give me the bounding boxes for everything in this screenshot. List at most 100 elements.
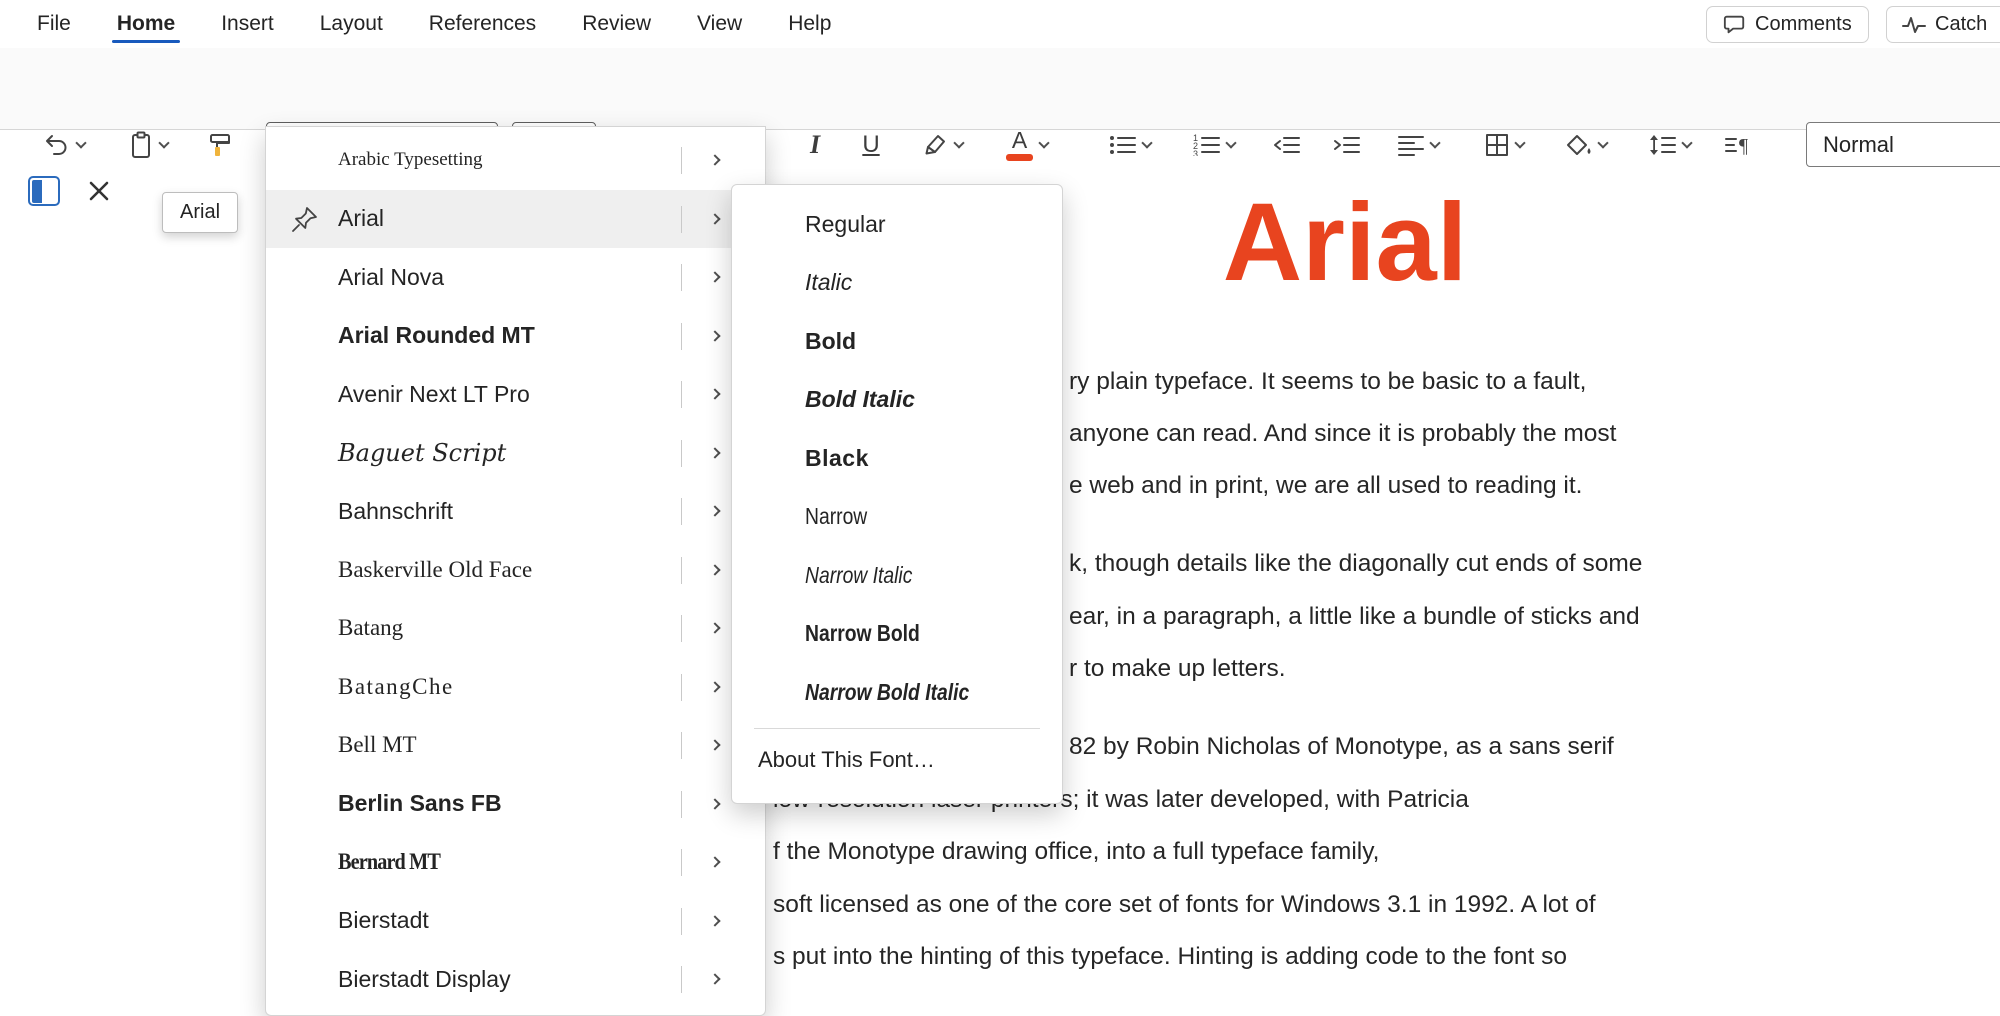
chevron-right-icon xyxy=(709,857,720,868)
font-option-label: Berlin Sans FB xyxy=(338,790,502,817)
chevron-down-icon xyxy=(953,137,964,148)
line-spacing-button[interactable] xyxy=(1634,121,1706,169)
font-option-bierstadt[interactable]: Bierstadt xyxy=(266,892,765,951)
chevron-down-icon xyxy=(1597,137,1608,148)
format-painter-icon xyxy=(207,132,233,158)
font-styles-expander[interactable] xyxy=(700,321,730,351)
font-option-baskerville-old-face[interactable]: Baskerville Old Face xyxy=(266,541,765,600)
font-option-arabic-typesetting[interactable]: Arabic Typesetting xyxy=(266,131,765,190)
font-styles-expander[interactable] xyxy=(700,964,730,994)
alignment-button[interactable] xyxy=(1382,121,1454,169)
font-styles-expander[interactable] xyxy=(700,555,730,585)
numbered-list-button[interactable]: 1 2 3 xyxy=(1178,121,1250,169)
font-style-italic[interactable]: Italic xyxy=(732,254,1062,313)
font-option-arial[interactable]: Arial xyxy=(266,190,765,249)
document-text-line: ear, in a paragraph, a little like a bun… xyxy=(1069,603,1640,631)
underline-button[interactable]: U xyxy=(848,121,894,169)
undo-button[interactable] xyxy=(28,121,100,169)
line-spacing-icon xyxy=(1649,134,1676,156)
font-styles-expander[interactable] xyxy=(700,906,730,936)
menu-layout[interactable]: Layout xyxy=(297,0,406,48)
chevron-right-icon xyxy=(709,915,720,926)
font-option-label: Arial Rounded MT xyxy=(338,322,535,349)
menu-insert[interactable]: Insert xyxy=(198,0,297,48)
font-styles-expander[interactable] xyxy=(700,730,730,760)
font-option-label: Baskerville Old Face xyxy=(338,557,532,583)
ribbon-toolbar: Arial 12 A ˆ A ˇ B I U A xyxy=(0,48,2000,130)
document-text-line: anyone can read. And since it is probabl… xyxy=(1069,420,1617,448)
close-pane-button[interactable] xyxy=(84,176,114,206)
shading-button[interactable] xyxy=(1550,121,1622,169)
font-option-batangche[interactable]: BatangChe xyxy=(266,658,765,717)
font-option-bahnschrift[interactable]: Bahnschrift xyxy=(266,482,765,541)
font-option-berlin-sans-fb[interactable]: Berlin Sans FB xyxy=(266,775,765,834)
font-option-batang[interactable]: Batang xyxy=(266,599,765,658)
chevron-down-icon xyxy=(1429,137,1440,148)
font-style-narrow[interactable]: Narrow xyxy=(732,488,1062,547)
styles-combobox[interactable]: Normal xyxy=(1806,122,2000,167)
highlighter-button[interactable] xyxy=(906,121,978,169)
pin-icon xyxy=(290,204,320,234)
font-styles-expander[interactable] xyxy=(700,496,730,526)
font-color-icon: A xyxy=(1006,129,1033,161)
font-styles-expander[interactable] xyxy=(700,847,730,877)
format-painter-button[interactable] xyxy=(196,121,244,169)
document-text-line: s put into the hinting of this typeface.… xyxy=(773,943,1567,971)
font-color-button[interactable]: A xyxy=(990,121,1064,169)
menu-file[interactable]: File xyxy=(14,0,94,48)
font-style-narrow-italic[interactable]: Narrow Italic xyxy=(732,546,1062,605)
font-styles-expander[interactable] xyxy=(700,438,730,468)
font-option-baguet-script[interactable]: Baguet Script xyxy=(266,424,765,483)
font-styles-expander[interactable] xyxy=(700,613,730,643)
svg-text:¶: ¶ xyxy=(1739,135,1748,157)
chevron-right-icon xyxy=(709,740,720,751)
font-style-submenu: Regular Italic Bold Bold Italic Black Na… xyxy=(731,184,1063,804)
comment-icon xyxy=(1722,13,1746,37)
catchup-button[interactable]: Catch xyxy=(1886,6,2000,43)
font-styles-expander[interactable] xyxy=(700,262,730,292)
activity-icon xyxy=(1902,15,1926,35)
font-style-narrow-bold[interactable]: Narrow Bold xyxy=(732,605,1062,664)
font-option-label: Bierstadt Display xyxy=(338,966,511,993)
menu-help[interactable]: Help xyxy=(765,0,854,48)
font-style-label: Narrow xyxy=(805,503,867,530)
font-style-bold-italic[interactable]: Bold Italic xyxy=(732,371,1062,430)
borders-button[interactable] xyxy=(1468,121,1540,169)
menu-references[interactable]: References xyxy=(406,0,559,48)
font-style-narrow-bold-italic[interactable]: Narrow Bold Italic xyxy=(732,663,1062,722)
font-style-bold[interactable]: Bold xyxy=(732,312,1062,371)
font-option-arial-nova[interactable]: Arial Nova xyxy=(266,248,765,307)
font-style-label: Narrow Italic xyxy=(805,562,912,589)
increase-indent-button[interactable] xyxy=(1322,121,1370,169)
font-style-regular[interactable]: Regular xyxy=(732,195,1062,254)
menu-home[interactable]: Home xyxy=(94,0,198,48)
font-option-bell-mt[interactable]: Bell MT xyxy=(266,716,765,775)
font-styles-expander[interactable] xyxy=(700,672,730,702)
font-color-label: A xyxy=(1012,129,1027,152)
about-this-font-label: About This Font… xyxy=(758,747,935,773)
navigation-pane-toggle-icon[interactable] xyxy=(28,176,60,206)
font-styles-expander[interactable] xyxy=(700,789,730,819)
italic-button[interactable]: I xyxy=(792,121,838,169)
font-style-black[interactable]: Black xyxy=(732,429,1062,488)
font-styles-expander[interactable] xyxy=(700,145,730,175)
paste-button[interactable] xyxy=(112,121,184,169)
font-option-label: Arabic Typesetting xyxy=(338,149,482,171)
font-option-avenir-next-lt-pro[interactable]: Avenir Next LT Pro xyxy=(266,365,765,424)
menu-review[interactable]: Review xyxy=(559,0,674,48)
chevron-right-icon xyxy=(709,330,720,341)
font-styles-expander[interactable] xyxy=(700,204,730,234)
about-this-font-button[interactable]: About This Font… xyxy=(732,734,1062,786)
bullet-list-button[interactable] xyxy=(1094,121,1166,169)
document-text-line: f the Monotype drawing office, into a fu… xyxy=(773,838,1379,866)
paragraph-marks-button[interactable]: ¶ xyxy=(1716,121,1764,169)
font-option-arial-rounded-mt[interactable]: Arial Rounded MT xyxy=(266,307,765,366)
decrease-indent-button[interactable] xyxy=(1262,121,1310,169)
document-text-line: r to make up letters. xyxy=(1069,655,1286,683)
bullet-list-icon xyxy=(1109,134,1136,156)
menu-view[interactable]: View xyxy=(674,0,765,48)
font-styles-expander[interactable] xyxy=(700,379,730,409)
font-option-bernard-mt[interactable]: Bernard MT xyxy=(266,833,765,892)
document-title: Arial xyxy=(1223,188,1468,298)
comments-button[interactable]: Comments xyxy=(1706,6,1869,43)
